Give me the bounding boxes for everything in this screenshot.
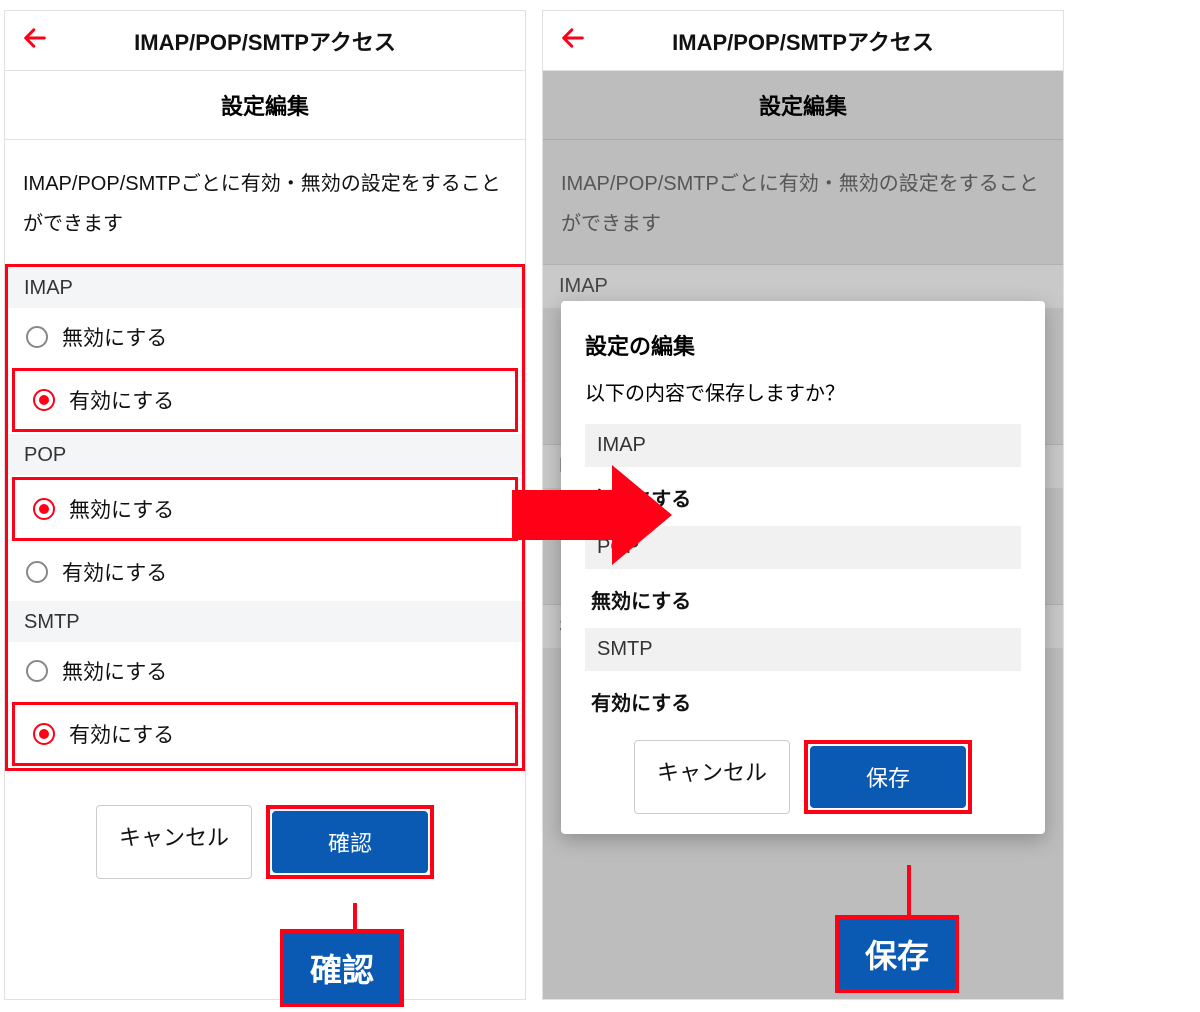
description-text: IMAP/POP/SMTPごとに有効・無効の設定をすることができます <box>543 140 1063 264</box>
imap-option-enable[interactable]: 有効にする <box>15 371 515 429</box>
save-button-highlight: 保存 <box>804 740 972 814</box>
highlight-smtp-enable: 有効にする <box>12 702 518 766</box>
smtp-option-enable[interactable]: 有効にする <box>15 705 515 763</box>
section-title-imap: IMAP <box>8 267 522 308</box>
radio-label: 無効にする <box>62 322 167 352</box>
button-row: キャンセル 確認 <box>5 805 525 879</box>
header-title: IMAP/POP/SMTPアクセス <box>587 25 1019 57</box>
back-arrow-icon[interactable] <box>21 24 49 57</box>
pop-option-disable[interactable]: 無効にする <box>15 480 515 538</box>
left-header: IMAP/POP/SMTPアクセス <box>5 11 525 71</box>
radio-label: 有効にする <box>69 719 174 749</box>
confirm-modal: 設定の編集 以下の内容で保存しますか？ IMAP 有効にする POP 無効にする… <box>561 301 1045 834</box>
modal-title: 設定の編集 <box>585 329 1021 361</box>
subheader: 設定編集 <box>5 71 525 140</box>
confirm-button-highlight: 確認 <box>266 805 434 879</box>
save-button[interactable]: 保存 <box>810 746 966 808</box>
description-text: IMAP/POP/SMTPごとに有効・無効の設定をすることができます <box>5 140 525 264</box>
modal-value-smtp: 有効にする <box>585 675 1021 730</box>
radio-label: 有効にする <box>69 385 174 415</box>
confirm-callout: 確認 <box>280 929 404 1007</box>
section-title-pop: POP <box>8 434 522 475</box>
left-screen: IMAP/POP/SMTPアクセス 設定編集 IMAP/POP/SMTPごとに有… <box>4 10 526 1000</box>
radio-label: 無効にする <box>69 494 174 524</box>
header-title: IMAP/POP/SMTPアクセス <box>49 25 481 57</box>
modal-question: 以下の内容で保存しますか？ <box>585 377 1021 406</box>
radio-icon <box>26 561 48 583</box>
radio-icon <box>26 326 48 348</box>
imap-option-disable[interactable]: 無効にする <box>8 308 522 366</box>
section-title-smtp: SMTP <box>8 601 522 642</box>
radio-label: 有効にする <box>62 557 167 587</box>
confirm-button[interactable]: 確認 <box>272 811 428 873</box>
save-callout: 保存 <box>835 915 959 993</box>
highlight-imap-enable: 有効にする <box>12 368 518 432</box>
radio-icon <box>26 660 48 682</box>
pop-option-enable[interactable]: 有効にする <box>8 543 522 601</box>
radio-label: 無効にする <box>62 656 167 686</box>
modal-proto-imap: IMAP <box>585 424 1021 467</box>
modal-button-row: キャンセル 保存 <box>585 740 1021 814</box>
right-header: IMAP/POP/SMTPアクセス <box>543 11 1063 71</box>
radio-icon <box>33 498 55 520</box>
modal-cancel-button[interactable]: キャンセル <box>634 740 790 814</box>
modal-proto-smtp: SMTP <box>585 628 1021 671</box>
flow-arrow-icon <box>512 465 676 565</box>
radio-icon <box>33 389 55 411</box>
highlight-pop-disable: 無効にする <box>12 477 518 541</box>
modal-value-pop: 無効にする <box>585 573 1021 628</box>
smtp-option-disable[interactable]: 無効にする <box>8 642 522 700</box>
callout-connector <box>907 865 911 919</box>
cancel-button[interactable]: キャンセル <box>96 805 252 879</box>
protocol-settings-group: IMAP 無効にする 有効にする POP 無効にする <box>5 264 525 771</box>
subheader: 設定編集 <box>543 71 1063 140</box>
left-body: IMAP/POP/SMTPごとに有効・無効の設定をすることができます IMAP … <box>5 140 525 999</box>
back-arrow-icon[interactable] <box>559 24 587 57</box>
radio-icon <box>33 723 55 745</box>
